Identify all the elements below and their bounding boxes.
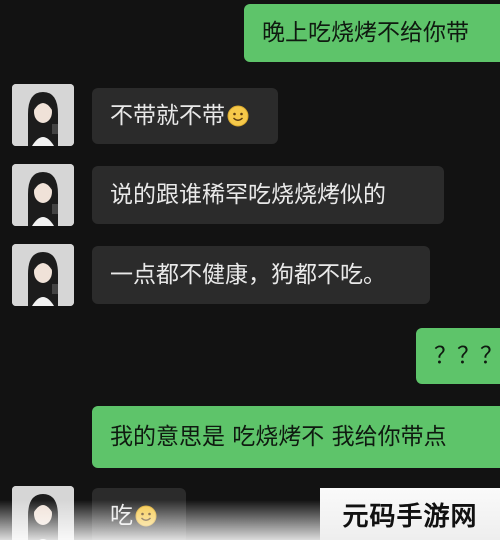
message-text: 晚上吃烧烤不给你带 [262,19,469,46]
contact-avatar[interactable] [12,84,74,146]
message-text: 说的跟谁稀罕吃烧烧烤似的 [110,181,386,208]
watermark-text: 元码手游网 [342,501,478,532]
incoming-message[interactable]: 一点都不健康，狗都不吃。 [92,246,430,304]
incoming-message[interactable]: 说的跟谁稀罕吃烧烧烤似的 [92,166,444,224]
incoming-message[interactable]: 不带就不带 [92,88,278,144]
avatar-photo [12,244,74,306]
message-text: 不带就不带 [110,102,225,129]
outgoing-message[interactable]: 晚上吃烧烤不给你带 [244,4,500,62]
contact-avatar[interactable] [12,244,74,306]
site-watermark: 元码手游网 [320,488,500,540]
chat-screen: 晚上吃烧烤不给你带 不带就不带 说的跟谁稀罕吃烧烧烤似的 一点都不健康，狗都不吃… [0,0,500,540]
avatar-photo [12,84,74,146]
avatar-photo [12,164,74,226]
message-text: ？？？ [434,342,500,369]
outgoing-message[interactable]: ？？？ [416,328,500,384]
outgoing-message[interactable]: 我的意思是 吃烧烤不 我给你带点 [92,406,500,468]
message-text: 我的意思是 吃烧烤不 我给你带点 [110,423,447,450]
contact-avatar[interactable] [12,164,74,226]
message-text: 一点都不健康，狗都不吃。 [110,261,386,288]
smile-emoji-icon [227,105,249,127]
